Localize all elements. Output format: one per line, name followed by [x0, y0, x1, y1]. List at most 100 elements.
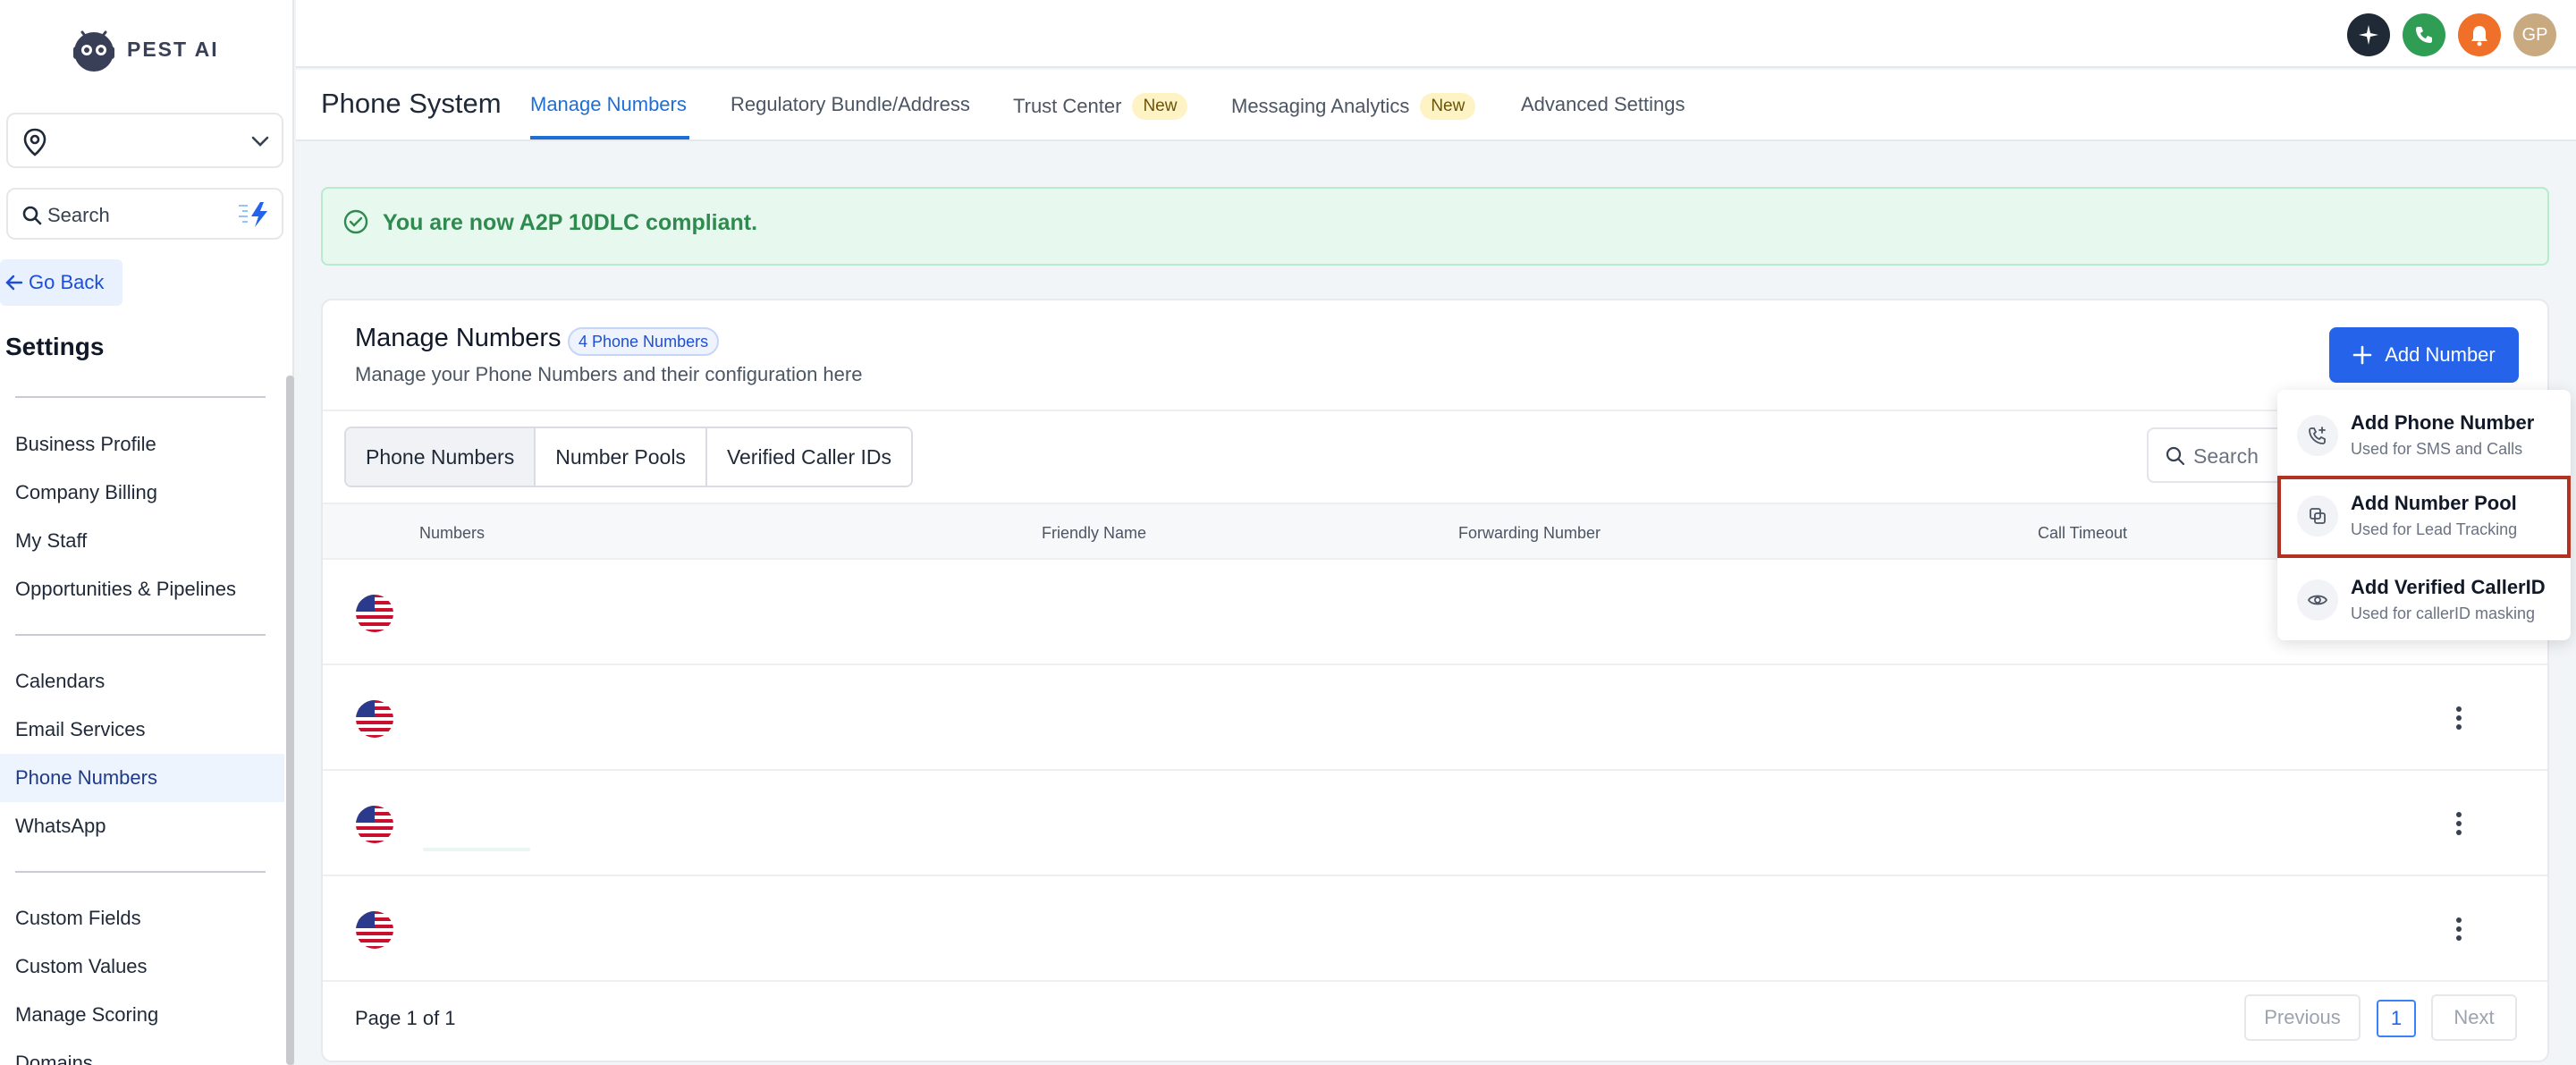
- column-forwarding-number[interactable]: Forwarding Number: [1458, 524, 1600, 543]
- menu-item-title: Add Number Pool: [2351, 492, 2517, 514]
- tab-messaging-analytics[interactable]: Messaging Analytics New: [1231, 93, 1476, 120]
- us-flag-icon: [356, 700, 393, 738]
- menu-item-add-number-pool[interactable]: Add Number Pool Used for Lead Tracking: [2277, 476, 2571, 558]
- sidebar-divider: [15, 871, 266, 873]
- tab-advanced-settings[interactable]: Advanced Settings: [1521, 93, 1685, 116]
- sidebar-item-custom-values[interactable]: Custom Values: [0, 942, 284, 991]
- table-row[interactable]: [323, 560, 2547, 665]
- more-options-icon[interactable]: [2454, 916, 2464, 942]
- row-status-placeholder: [423, 848, 530, 851]
- card-title: Manage Numbers: [355, 324, 562, 352]
- tab-label: Manage Numbers: [530, 93, 687, 115]
- logo-icon: [73, 30, 114, 72]
- search-icon: [22, 206, 42, 225]
- us-flag-icon: [356, 806, 393, 843]
- sidebar-item-domains[interactable]: Domains: [0, 1039, 284, 1065]
- add-number-label: Add Number: [2385, 343, 2496, 366]
- sidebar-item-opportunities-pipelines[interactable]: Opportunities & Pipelines: [0, 565, 284, 613]
- menu-item-title: Add Phone Number: [2351, 411, 2535, 434]
- menu-item-subtitle: Used for Lead Tracking: [2351, 520, 2518, 538]
- table-row[interactable]: [323, 771, 2547, 876]
- column-numbers[interactable]: Numbers: [419, 524, 485, 543]
- sidebar-item-manage-scoring[interactable]: Manage Scoring: [0, 991, 284, 1039]
- menu-item-title: Add Verified CallerID: [2351, 576, 2546, 598]
- number-type-segmented-control: Phone Numbers Number Pools Verified Call…: [344, 427, 914, 487]
- table-row[interactable]: [323, 876, 2547, 982]
- segment-number-pools[interactable]: Number Pools: [536, 428, 707, 486]
- more-options-icon[interactable]: [2454, 810, 2464, 837]
- quick-action-bolt-icon[interactable]: [237, 200, 273, 229]
- page-title: Phone System: [321, 88, 502, 119]
- phone-system-tabs: Phone System Manage Numbers Regulatory B…: [296, 70, 2576, 141]
- sidebar-item-my-staff[interactable]: My Staff: [0, 517, 284, 565]
- location-switcher[interactable]: [6, 113, 283, 168]
- active-tab-indicator: [530, 136, 689, 139]
- segment-phone-numbers[interactable]: Phone Numbers: [346, 428, 536, 486]
- tab-label: Advanced Settings: [1521, 93, 1685, 115]
- card-divider: [323, 410, 2547, 411]
- location-pin-icon: [23, 128, 46, 156]
- add-number-dropdown: Add Phone Number Used for SMS and Calls …: [2277, 390, 2571, 640]
- sidebar-item-whatsapp[interactable]: WhatsApp: [0, 802, 284, 850]
- menu-item-add-phone-number[interactable]: Add Phone Number Used for SMS and Calls: [2277, 395, 2571, 478]
- page-number-button[interactable]: 1: [2377, 1000, 2416, 1037]
- sidebar-divider: [15, 634, 266, 636]
- sparkle-icon[interactable]: [2347, 13, 2390, 56]
- card-subtitle: Manage your Phone Numbers and their conf…: [355, 363, 863, 385]
- segment-verified-caller-ids[interactable]: Verified Caller IDs: [706, 428, 912, 486]
- column-call-timeout[interactable]: Call Timeout: [2038, 524, 2127, 543]
- sidebar-item-business-profile[interactable]: Business Profile: [0, 420, 284, 469]
- sidebar-item-phone-numbers[interactable]: Phone Numbers: [0, 754, 284, 802]
- more-options-icon[interactable]: [2454, 705, 2464, 731]
- us-flag-icon: [356, 595, 393, 632]
- table-header: Numbers Friendly Name Forwarding Number …: [323, 503, 2547, 560]
- sidebar-search-placeholder: Search: [47, 204, 110, 226]
- menu-item-subtitle: Used for callerID masking: [2351, 604, 2536, 622]
- tab-trust-center[interactable]: Trust Center New: [1013, 93, 1188, 120]
- settings-title: Settings: [5, 333, 105, 360]
- new-badge: New: [1132, 93, 1188, 120]
- logo[interactable]: PEST AI: [68, 23, 219, 75]
- sidebar-divider: [15, 396, 266, 398]
- search-placeholder: Search: [2193, 444, 2259, 468]
- add-number-button[interactable]: Add Number: [2329, 327, 2519, 383]
- arrow-left-icon: [5, 275, 23, 291]
- column-friendly-name[interactable]: Friendly Name: [1042, 524, 1146, 543]
- avatar[interactable]: GP: [2513, 13, 2556, 56]
- chevron-down-icon: [251, 136, 269, 147]
- check-circle-icon: [343, 209, 368, 234]
- tab-label: Messaging Analytics: [1231, 95, 1410, 117]
- pool-icon: [2297, 495, 2338, 537]
- alert-message: You are now A2P 10DLC compliant.: [383, 210, 758, 235]
- sidebar-item-calendars[interactable]: Calendars: [0, 657, 284, 706]
- menu-item-subtitle: Used for SMS and Calls: [2351, 440, 2523, 458]
- phone-icon[interactable]: [2403, 13, 2445, 56]
- phone-plus-icon: [2297, 415, 2338, 456]
- menu-item-add-verified-callerid[interactable]: Add Verified CallerID Used for callerID …: [2277, 560, 2571, 642]
- top-bar: GP: [296, 0, 2576, 68]
- manage-numbers-card: Manage Numbers 4 Phone Numbers Manage yo…: [321, 299, 2549, 1062]
- sidebar-item-custom-fields[interactable]: Custom Fields: [0, 894, 284, 942]
- sidebar-item-company-billing[interactable]: Company Billing: [0, 469, 284, 517]
- pagination-info: Page 1 of 1: [355, 1007, 456, 1029]
- tab-regulatory-bundle[interactable]: Regulatory Bundle/Address: [731, 93, 970, 116]
- logo-text: PEST AI: [127, 37, 219, 61]
- compliance-alert: You are now A2P 10DLC compliant.: [321, 187, 2549, 266]
- previous-page-button[interactable]: Previous: [2244, 994, 2361, 1041]
- new-badge: New: [1420, 93, 1476, 120]
- tab-label: Trust Center: [1013, 95, 1122, 117]
- eye-icon: [2297, 579, 2338, 621]
- us-flag-icon: [356, 911, 393, 949]
- next-page-button[interactable]: Next: [2431, 994, 2517, 1041]
- phone-count-badge: 4 Phone Numbers: [568, 327, 720, 356]
- sidebar-scrollbar[interactable]: [286, 376, 294, 1065]
- table-row[interactable]: [323, 665, 2547, 771]
- sidebar-search[interactable]: Search: [6, 188, 283, 240]
- plus-icon: [2352, 345, 2372, 365]
- sidebar-item-email-services[interactable]: Email Services: [0, 706, 284, 754]
- tab-manage-numbers[interactable]: Manage Numbers: [530, 93, 687, 116]
- go-back-button[interactable]: Go Back: [0, 259, 122, 306]
- go-back-label: Go Back: [29, 271, 105, 293]
- bell-icon[interactable]: [2458, 13, 2501, 56]
- sidebar: PEST AI Search Go Back Settings Business…: [0, 0, 294, 1065]
